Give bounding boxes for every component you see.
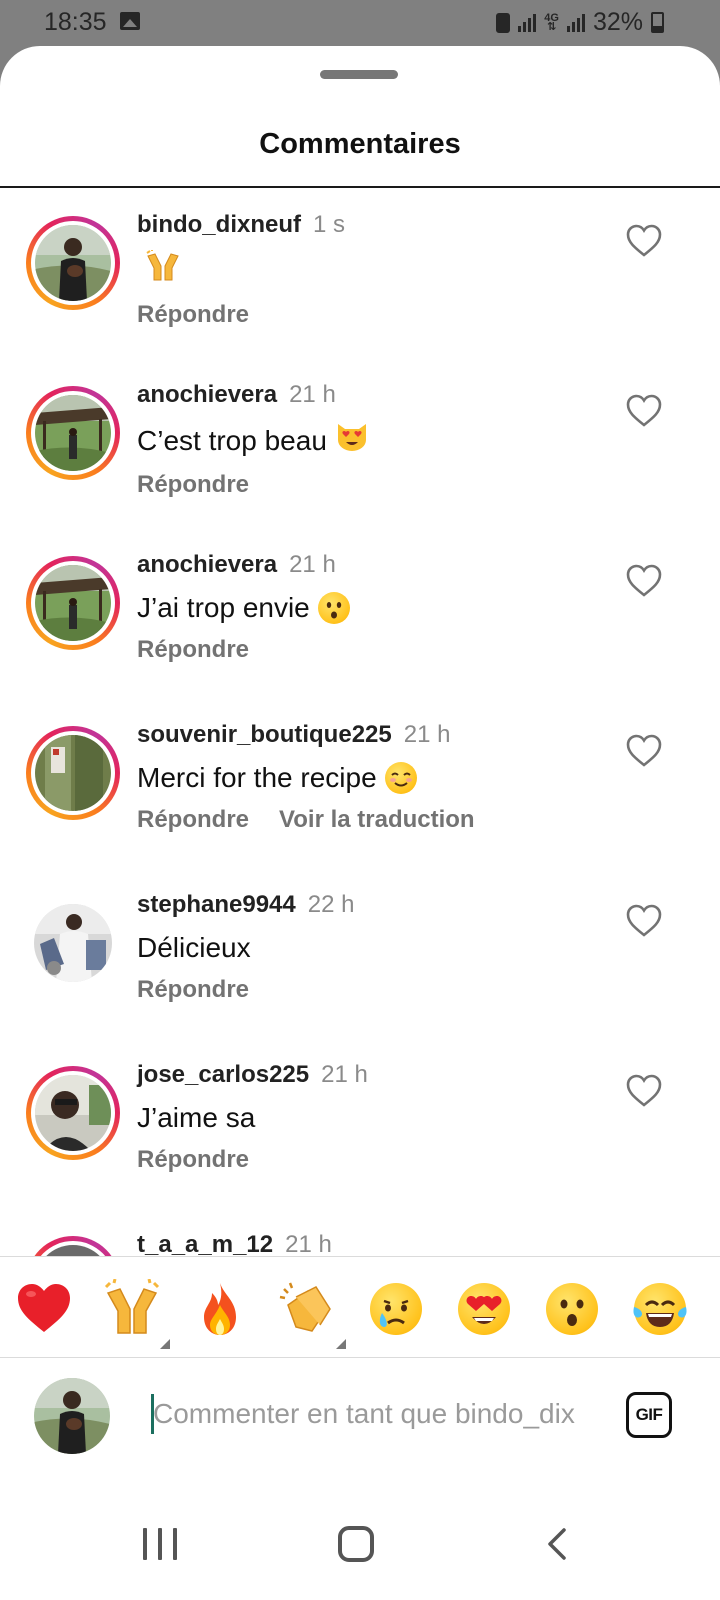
variant-indicator bbox=[336, 1339, 346, 1349]
reply-button[interactable]: Répondre bbox=[137, 1146, 249, 1173]
comments-sheet: Commentaires bindo_dixneuf 1 s Répondre bbox=[0, 46, 720, 1600]
avatar[interactable] bbox=[26, 1066, 120, 1160]
see-translation-button[interactable]: Voir la traduction bbox=[279, 806, 475, 833]
raising-hands-icon bbox=[145, 250, 181, 291]
status-time: 18:35 bbox=[44, 8, 107, 36]
comment-time: 21 h bbox=[289, 381, 336, 408]
comment-text-label: Délicieux bbox=[137, 932, 251, 963]
comment-text: J’aime sa bbox=[137, 1100, 607, 1136]
signal-icon bbox=[566, 13, 585, 32]
comment-item: stephane9944 22 h Délicieux Répondre bbox=[0, 868, 720, 1038]
system-nav-bar bbox=[0, 1470, 720, 1600]
comment-item: anochievera 21 h J’ai trop envie Répondre bbox=[0, 528, 720, 698]
sheet-title: Commentaires bbox=[259, 128, 461, 160]
comment-text-label: C’est trop beau bbox=[137, 424, 327, 456]
comment-username[interactable]: anochievera bbox=[137, 381, 277, 408]
comment-item: souvenir_boutique225 21 h Merci for the r… bbox=[0, 698, 720, 868]
comment-item: bindo_dixneuf 1 s Répondre bbox=[0, 188, 720, 358]
avatar-photo bbox=[35, 1245, 111, 1256]
red-heart-icon[interactable] bbox=[14, 1279, 74, 1339]
avatar[interactable] bbox=[26, 896, 120, 990]
comment-username[interactable]: stephane9944 bbox=[137, 891, 296, 918]
comment-username[interactable]: souvenir_boutique225 bbox=[137, 721, 392, 748]
heart-eyes-cat-icon bbox=[335, 420, 369, 461]
comment-username[interactable]: bindo_dixneuf bbox=[137, 211, 301, 238]
reply-button[interactable]: Répondre bbox=[137, 976, 249, 1003]
avatar[interactable] bbox=[26, 1236, 120, 1256]
network-type-label: 4G bbox=[544, 11, 559, 24]
clapping-hands-icon[interactable] bbox=[278, 1279, 346, 1349]
avatar-photo bbox=[35, 735, 111, 811]
like-heart-icon[interactable] bbox=[626, 734, 662, 768]
comment-text-label: J’aime sa bbox=[137, 1102, 256, 1133]
comment-text: C’est trop beau bbox=[137, 420, 607, 461]
battery-saver-icon bbox=[496, 12, 511, 33]
comment-input[interactable] bbox=[153, 1388, 593, 1440]
like-heart-icon[interactable] bbox=[626, 394, 662, 428]
hushed-face-icon[interactable] bbox=[542, 1279, 602, 1339]
status-right-group: 4G ⇅ 32% bbox=[496, 8, 664, 37]
variant-indicator bbox=[160, 1339, 170, 1349]
fire-icon[interactable] bbox=[190, 1279, 250, 1339]
comment-time: 21 h bbox=[285, 1231, 332, 1256]
comment-text-label: Merci for the recipe bbox=[137, 762, 377, 793]
comments-list[interactable]: bindo_dixneuf 1 s Répondre anochievera 21 bbox=[0, 188, 720, 1256]
home-icon[interactable] bbox=[338, 1526, 374, 1562]
comment-item: jose_carlos225 21 h J’aime sa Répondre bbox=[0, 1038, 720, 1208]
drag-handle[interactable] bbox=[320, 70, 398, 79]
avatar-photo bbox=[35, 395, 111, 471]
comment-text: Merci for the recipe bbox=[137, 760, 607, 796]
avatar-photo bbox=[34, 904, 112, 982]
status-bar: 18:35 4G ⇅ 32% bbox=[0, 0, 720, 46]
signal-icon bbox=[518, 13, 537, 32]
reply-button[interactable]: Répondre bbox=[137, 471, 249, 498]
recents-icon[interactable] bbox=[143, 1528, 177, 1560]
avatar[interactable] bbox=[26, 556, 120, 650]
avatar[interactable] bbox=[26, 726, 120, 820]
tears-of-joy-icon[interactable] bbox=[630, 1279, 690, 1339]
like-heart-icon[interactable] bbox=[626, 224, 662, 258]
gif-button[interactable]: GIF bbox=[626, 1392, 672, 1438]
battery-percent: 32% bbox=[592, 8, 643, 36]
avatar-photo bbox=[35, 225, 111, 301]
hushed-face-icon bbox=[317, 592, 350, 624]
like-heart-icon[interactable] bbox=[626, 564, 662, 598]
comment-text: J’ai trop envie bbox=[137, 590, 607, 626]
avatar-photo bbox=[35, 1075, 111, 1151]
comment-text bbox=[137, 250, 607, 291]
comment-username[interactable]: t_a_a_m_12 bbox=[137, 1231, 273, 1256]
avatar[interactable] bbox=[26, 386, 120, 480]
reply-button[interactable]: Répondre bbox=[137, 806, 249, 833]
4g-icon: 4G ⇅ bbox=[544, 11, 559, 33]
comment-username[interactable]: jose_carlos225 bbox=[137, 1061, 309, 1088]
crying-face-icon[interactable] bbox=[366, 1279, 426, 1339]
comment-time: 1 s bbox=[313, 211, 346, 238]
avatar[interactable] bbox=[26, 216, 120, 310]
my-avatar bbox=[34, 1378, 110, 1454]
raising-hands-icon[interactable] bbox=[102, 1278, 170, 1349]
comment-username[interactable]: anochievera bbox=[137, 551, 277, 578]
smiling-face-icon bbox=[384, 762, 417, 794]
heart-eyes-icon[interactable] bbox=[454, 1279, 514, 1339]
comment-time: 21 h bbox=[403, 721, 451, 748]
comment-time: 21 h bbox=[321, 1061, 368, 1088]
comment-composer: GIF bbox=[0, 1358, 720, 1470]
like-heart-icon[interactable] bbox=[626, 1074, 662, 1108]
image-icon bbox=[120, 12, 140, 30]
comment-time: 22 h bbox=[307, 891, 355, 918]
comment-text: Délicieux bbox=[137, 930, 607, 966]
reply-button[interactable]: Répondre bbox=[137, 636, 249, 663]
battery-icon bbox=[651, 12, 664, 33]
comment-text-label: J’ai trop envie bbox=[137, 592, 310, 623]
quick-reactions-bar bbox=[0, 1256, 720, 1358]
comment-item: t_a_a_m_12 21 h bbox=[0, 1208, 720, 1256]
back-icon[interactable] bbox=[544, 1526, 572, 1562]
like-heart-icon[interactable] bbox=[626, 904, 662, 938]
avatar-photo bbox=[35, 565, 111, 641]
comment-item: anochievera 21 h C’est trop beau Répondre bbox=[0, 358, 720, 528]
reply-button[interactable]: Répondre bbox=[137, 301, 249, 328]
comment-time: 21 h bbox=[289, 551, 336, 578]
